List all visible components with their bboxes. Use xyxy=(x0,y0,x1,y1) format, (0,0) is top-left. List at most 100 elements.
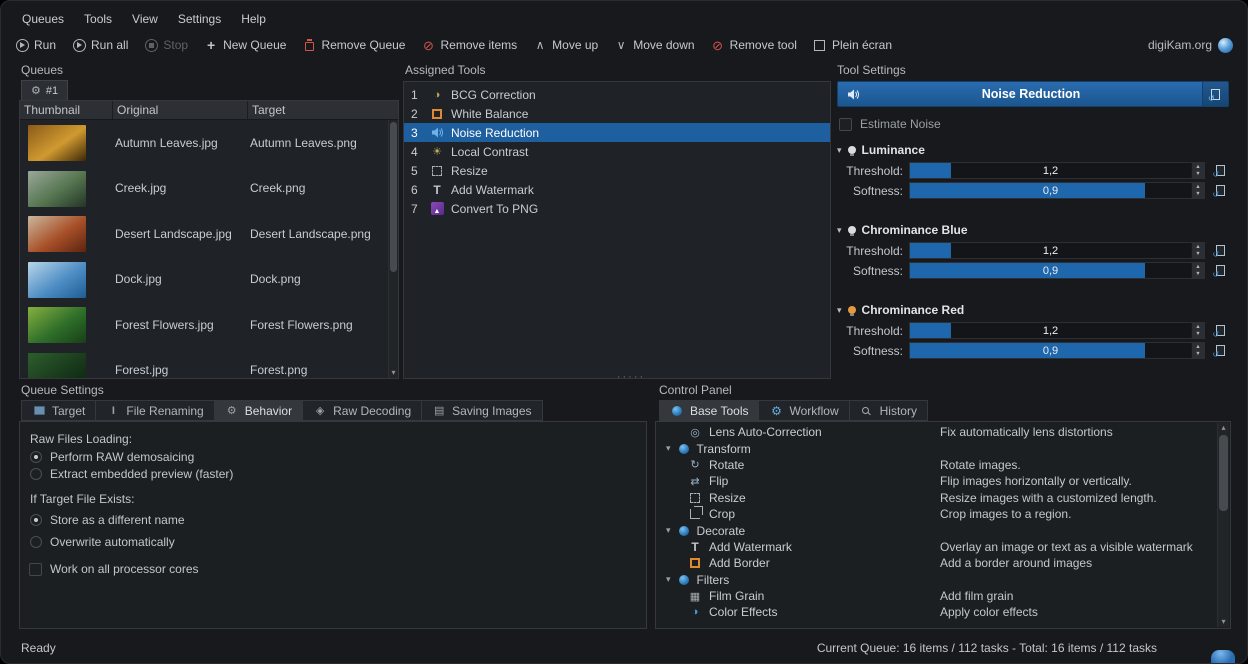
tab-raw-decoding[interactable]: ◈Raw Decoding xyxy=(302,400,422,421)
assigned-tool-add-watermark[interactable]: 6TAdd Watermark xyxy=(404,180,830,199)
menu-queues[interactable]: Queues xyxy=(13,10,73,28)
scrollbar-thumb[interactable] xyxy=(1219,435,1228,511)
estimate-noise-checkbox[interactable] xyxy=(839,118,852,131)
toolbar-button-plein-cran[interactable]: Plein écran xyxy=(813,38,892,52)
spin-buttons[interactable]: ▲▼ xyxy=(1191,263,1204,278)
toolbar-button-run[interactable]: Run xyxy=(15,38,56,52)
section-header-chrominance-blue[interactable]: ▾Chrominance Blue xyxy=(837,221,1229,239)
queue-row-dock-jpg[interactable]: Dock.jpgDock.png xyxy=(20,257,388,303)
queue-tab-1[interactable]: ⚙ #1 xyxy=(21,80,68,100)
tool-item-resize[interactable]: ResizeResize images with a customized le… xyxy=(658,490,1216,506)
slider-spinbox[interactable]: 0,9▲▼ xyxy=(909,262,1205,279)
radio-option-perform-raw-demosaicing[interactable]: Perform RAW demosaicing xyxy=(30,449,233,465)
toolbar-button-stop[interactable]: Stop xyxy=(144,38,188,52)
collapse-arrow-icon[interactable]: ▾ xyxy=(837,225,842,236)
assigned-tool-resize[interactable]: 5Resize xyxy=(404,161,830,180)
tool-item-color-effects[interactable]: ◑Color EffectsApply color effects xyxy=(658,604,1216,620)
radio-option-extract-embedded-preview-faster[interactable]: Extract embedded preview (faster) xyxy=(30,466,233,482)
tab-target[interactable]: Target xyxy=(21,400,96,421)
spin-buttons[interactable]: ▲▼ xyxy=(1191,243,1204,258)
processor-cores-checkbox[interactable] xyxy=(29,563,42,576)
spin-down-icon[interactable]: ▼ xyxy=(1192,351,1204,359)
tab-base-tools[interactable]: Base Tools xyxy=(659,400,759,421)
toolbar-button-remove-tool[interactable]: ⊘Remove tool xyxy=(711,38,797,52)
column-header-thumbnail[interactable]: Thumbnail xyxy=(20,101,113,119)
spin-down-icon[interactable]: ▼ xyxy=(1192,271,1204,279)
assigned-tool-white-balance[interactable]: 2White Balance xyxy=(404,104,830,123)
spin-up-icon[interactable]: ▲ xyxy=(1192,343,1204,351)
tab-workflow[interactable]: ⚙Workflow xyxy=(758,400,849,421)
assigned-tool-local-contrast[interactable]: 4☀Local Contrast xyxy=(404,142,830,161)
reset-button[interactable] xyxy=(1213,344,1227,358)
radio-button[interactable] xyxy=(30,536,42,548)
menu-settings[interactable]: Settings xyxy=(169,10,230,28)
slider-spinbox[interactable]: 1,2▲▼ xyxy=(909,322,1205,339)
spin-down-icon[interactable]: ▼ xyxy=(1192,191,1204,199)
menu-tools[interactable]: Tools xyxy=(75,10,121,28)
toolbar-button-remove-items[interactable]: ⊘Remove items xyxy=(421,38,517,52)
reset-button[interactable] xyxy=(1213,264,1227,278)
section-header-luminance[interactable]: ▾Luminance xyxy=(837,141,1229,159)
radio-option-store-as-a-different-name[interactable]: Store as a different name xyxy=(30,512,185,528)
section-header-chrominance-red[interactable]: ▾Chrominance Red xyxy=(837,301,1229,319)
spin-up-icon[interactable]: ▲ xyxy=(1192,183,1204,191)
reset-button[interactable] xyxy=(1213,164,1227,178)
tab-saving-images[interactable]: ▤Saving Images xyxy=(421,400,542,421)
spin-down-icon[interactable]: ▼ xyxy=(1192,171,1204,179)
assigned-tool-convert-to-png[interactable]: 7▲Convert To PNG xyxy=(404,199,830,218)
radio-option-overwrite-automatically[interactable]: Overwrite automatically xyxy=(30,534,185,550)
spin-buttons[interactable]: ▲▼ xyxy=(1191,343,1204,358)
slider-spinbox[interactable]: 1,2▲▼ xyxy=(909,242,1205,259)
expand-arrow-icon[interactable]: ▾ xyxy=(666,443,671,454)
resize-grip-icon[interactable] xyxy=(1211,650,1235,663)
spin-up-icon[interactable]: ▲ xyxy=(1192,323,1204,331)
tool-item-rotate[interactable]: ↻RotateRotate images. xyxy=(658,457,1216,473)
queue-row-forest-flowers-jpg[interactable]: Forest Flowers.jpgForest Flowers.png xyxy=(20,302,388,348)
toolbar-button-move-down[interactable]: ∨Move down xyxy=(614,38,694,52)
queue-row-desert-landscape-jpg[interactable]: Desert Landscape.jpgDesert Landscape.png xyxy=(20,211,388,257)
spin-buttons[interactable]: ▲▼ xyxy=(1191,183,1204,198)
assigned-tool-noise-reduction[interactable]: 3Noise Reduction xyxy=(404,123,830,142)
queue-row-forest-jpg[interactable]: Forest.jpgForest.png xyxy=(20,348,388,379)
tab-behavior[interactable]: ⚙Behavior xyxy=(214,400,303,421)
toolbar-button-remove-queue[interactable]: Remove Queue xyxy=(302,38,405,52)
tool-item-film-grain[interactable]: ▦Film GrainAdd film grain xyxy=(658,588,1216,604)
spin-buttons[interactable]: ▲▼ xyxy=(1191,323,1204,338)
tool-group-decorate[interactable]: ▾Decorate xyxy=(658,522,1216,538)
radio-button[interactable] xyxy=(30,514,42,526)
scroll-down-icon[interactable]: ▾ xyxy=(389,368,398,378)
spin-up-icon[interactable]: ▲ xyxy=(1192,243,1204,251)
column-header-target[interactable]: Target xyxy=(248,101,398,119)
tab-history[interactable]: History xyxy=(849,400,928,421)
menu-help[interactable]: Help xyxy=(232,10,275,28)
toolbar-button-new-queue[interactable]: +New Queue xyxy=(204,38,286,52)
slider-spinbox[interactable]: 1,2▲▼ xyxy=(909,162,1205,179)
tab-file-renaming[interactable]: IFile Renaming xyxy=(95,400,214,421)
expand-arrow-icon[interactable]: ▾ xyxy=(666,574,671,585)
scroll-down-icon[interactable]: ▾ xyxy=(1218,617,1229,627)
toolbar-button-move-up[interactable]: ∧Move up xyxy=(533,38,598,52)
tool-item-add-border[interactable]: Add BorderAdd a border around images xyxy=(658,555,1216,571)
reset-defaults-button[interactable] xyxy=(1202,82,1228,106)
spin-up-icon[interactable]: ▲ xyxy=(1192,163,1204,171)
slider-spinbox[interactable]: 0,9▲▼ xyxy=(909,342,1205,359)
queues-scrollbar[interactable]: ▾ xyxy=(388,120,398,378)
scrollbar-thumb[interactable] xyxy=(390,122,397,272)
tool-group-filters[interactable]: ▾Filters xyxy=(658,572,1216,588)
slider-spinbox[interactable]: 0,9▲▼ xyxy=(909,182,1205,199)
tool-item-add-watermark[interactable]: TAdd WatermarkOverlay an image or text a… xyxy=(658,539,1216,555)
spin-buttons[interactable]: ▲▼ xyxy=(1191,163,1204,178)
column-header-original[interactable]: Original xyxy=(113,101,248,119)
tool-item-lens-auto-correction[interactable]: ◎Lens Auto-CorrectionFix automatically l… xyxy=(658,424,1216,440)
reset-button[interactable] xyxy=(1213,184,1227,198)
spin-up-icon[interactable]: ▲ xyxy=(1192,263,1204,271)
radio-button[interactable] xyxy=(30,451,42,463)
queue-row-creek-jpg[interactable]: Creek.jpgCreek.png xyxy=(20,166,388,212)
control-panel-scrollbar[interactable]: ▴ ▾ xyxy=(1217,423,1229,627)
tool-item-flip[interactable]: ⇄FlipFlip images horizontally or vertica… xyxy=(658,473,1216,489)
expand-arrow-icon[interactable]: ▾ xyxy=(666,525,671,536)
tool-item-crop[interactable]: CropCrop images to a region. xyxy=(658,506,1216,522)
splitter-handle[interactable]: ····· xyxy=(601,371,661,383)
reset-button[interactable] xyxy=(1213,244,1227,258)
spin-down-icon[interactable]: ▼ xyxy=(1192,251,1204,259)
